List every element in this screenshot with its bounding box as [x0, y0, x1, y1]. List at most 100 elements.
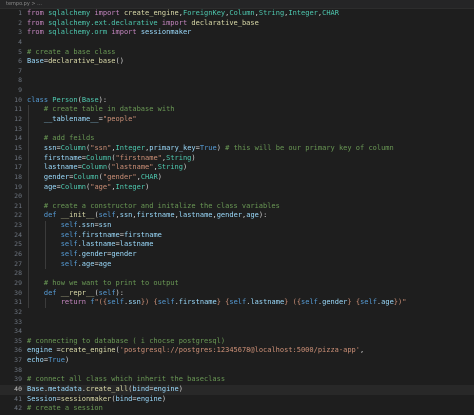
code-line[interactable]: 19 age=Column("age",Integer) [0, 182, 474, 193]
token: ssn [43, 143, 57, 152]
token: gender [43, 172, 70, 181]
token: # add feilds [43, 134, 95, 143]
code-line[interactable]: 26 self.gender=gender [0, 250, 474, 260]
code-line[interactable]: 16 firstname=Column("firstname",String) [0, 153, 474, 164]
code-line[interactable]: 3 from sqlalchemy.orm import sessionmaker [0, 28, 474, 38]
token: bind [132, 384, 150, 393]
code-line[interactable]: 29 # how we want to print to output [0, 278, 474, 289]
code-line[interactable]: 8 [0, 76, 474, 86]
line-number: 34 [14, 327, 22, 336]
code-line[interactable]: 11 # create table in database with [0, 105, 474, 116]
token: firstname [136, 211, 175, 220]
token: # create table in database with [43, 105, 175, 114]
line-number: 20 [14, 192, 22, 201]
code-text: # how we want to print to output [27, 279, 179, 289]
code-line[interactable]: 5 # create a base class [0, 48, 474, 58]
token: String [258, 9, 285, 17]
line-number: 1 [18, 9, 22, 17]
code-area[interactable]: 1 from sqlalchemy import create_engine,Fo… [0, 9, 474, 415]
code-text: age=Column("age",Integer) [27, 183, 149, 193]
token: metadata [48, 384, 82, 393]
line-number: 29 [14, 278, 22, 287]
code-line[interactable]: 28 [0, 269, 474, 279]
code-text: self.ssn=ssn [27, 221, 112, 231]
code-line[interactable]: 15 ssn=Column("ssn",Integer,primary_key=… [0, 143, 474, 154]
line-number: 31 [14, 298, 22, 307]
code-line[interactable]: 31 return f"({self.ssn}) {self.firstname… [0, 298, 474, 308]
code-line[interactable]: 9 [0, 86, 474, 96]
code-line[interactable]: 22 def __init__(self,ssn,firstname,lastn… [0, 211, 474, 222]
code-line[interactable]: 1 from sqlalchemy import create_engine,Fo… [0, 9, 474, 19]
code-line[interactable]: 41 Session=sessionmaker(bind=engine) [0, 395, 474, 405]
code-text: # create table in database with [27, 105, 175, 115]
code-line[interactable]: 6 Base=declarative_base() [0, 57, 474, 67]
code-line[interactable]: 25 self.lastname=lastname [0, 240, 474, 251]
token: __repr__ [60, 288, 95, 297]
line-number: 19 [14, 182, 22, 191]
code-line[interactable]: 17 lastname=Column("lastname",String) [0, 163, 474, 173]
token: self [229, 298, 247, 307]
line-number: 14 [14, 134, 22, 143]
line-number: 2 [18, 18, 22, 27]
code-line[interactable]: 12 __tablename__="people" [0, 115, 474, 125]
code-line[interactable]: 38 [0, 366, 474, 376]
code-line[interactable]: 33 [0, 318, 474, 328]
token: create_all [86, 384, 129, 393]
code-line[interactable]: 18 gender=Column("gender",CHAR) [0, 172, 474, 183]
code-line[interactable]: 23 self.ssn=ssn [0, 221, 474, 231]
code-line[interactable]: 7 [0, 67, 474, 77]
token: Column [73, 172, 99, 181]
token: ) [161, 394, 167, 403]
code-line[interactable]: 24 self.firstname=firstname [0, 230, 474, 241]
token: # create a base class [27, 47, 116, 56]
token: age [98, 259, 112, 268]
token: self [60, 230, 78, 239]
token: } { [216, 298, 230, 307]
code-line[interactable]: 39 # connect all class which inherit the … [0, 375, 474, 385]
code-line[interactable]: 40 Base.metadata.create_all(bind=engine) [0, 384, 474, 395]
code-line[interactable]: 21 # create a constructor and initalize … [0, 201, 474, 212]
code-line[interactable]: 20 [0, 192, 474, 202]
token: Base [81, 95, 99, 104]
code-line[interactable]: 37 echo=True) [0, 356, 474, 366]
code-line[interactable]: 13 [0, 124, 474, 135]
line-number: 10 [14, 95, 22, 104]
code-text: lastname=Column("lastname",String) [27, 163, 187, 173]
code-text: # connect all class which inherit the ba… [27, 375, 225, 385]
token: 'postgresql://postgres:12345678@localhos… [119, 346, 360, 355]
token: # connecting to database ( i chocse post… [27, 336, 226, 345]
token: ) [216, 143, 226, 152]
code-text: ssn=Column("ssn",Integer,primary_key=Tru… [27, 144, 394, 154]
token: firstname [123, 230, 162, 239]
indent-guide [28, 269, 29, 279]
line-number: 6 [18, 57, 22, 66]
token: Person [52, 95, 78, 104]
code-line[interactable]: 14 # add feilds [0, 134, 474, 144]
code-line[interactable]: 35 # connecting to database ( i chocse po… [0, 337, 474, 347]
token: "ssn" [90, 143, 112, 152]
code-line[interactable]: 34 [0, 327, 474, 337]
code-line[interactable]: 4 [0, 38, 474, 48]
code-line[interactable]: 32 [0, 308, 474, 318]
code-line[interactable]: 27 self.age=age [0, 259, 474, 270]
code-line[interactable]: 30 def __repr__(self): [0, 288, 474, 299]
token: age [81, 259, 95, 268]
code-line[interactable]: 42 # create a session [0, 404, 474, 414]
code-line[interactable]: 36 engine =create_engine('postgresql://po… [0, 346, 474, 356]
token: firstname [43, 153, 82, 162]
token: lastname [43, 163, 78, 172]
breadcrumb[interactable]: tempo.py > ... [6, 0, 42, 8]
code-line[interactable]: 10 class Person(Base): [0, 96, 474, 106]
code-text: class Person(Base): [27, 96, 107, 106]
line-number: 32 [14, 307, 22, 316]
code-line[interactable]: 2 from sqlalchemy.ext.declarative import … [0, 19, 474, 29]
token: self [98, 288, 116, 297]
code-editor[interactable]: tempo.py > ... 1 from sqlalchemy import c… [0, 0, 474, 415]
token: ) [182, 163, 188, 172]
token: sessionmaker [140, 28, 192, 37]
